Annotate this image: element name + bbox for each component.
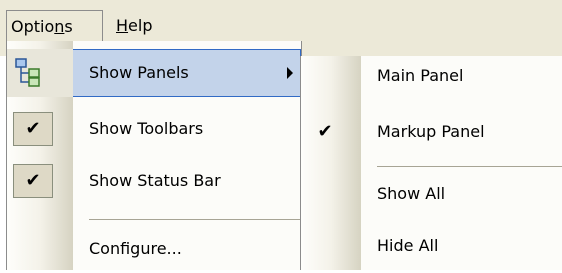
submenu-arrow-icon: [287, 67, 293, 79]
submenu-item-label: Hide All: [377, 236, 439, 255]
submenu-item-main-panel[interactable]: Main Panel: [301, 52, 562, 100]
submenu-item-label: Show All: [377, 184, 446, 203]
menu-item-show-toolbars[interactable]: ✔ Show Toolbars: [7, 105, 301, 153]
menu-item-show-panels[interactable]: Show Panels: [7, 49, 301, 97]
submenu-separator: [377, 166, 562, 167]
menu-item-label: Show Panels: [89, 63, 189, 82]
menu-item-configure[interactable]: Configure...: [7, 225, 301, 273]
menu-separator: [89, 219, 301, 220]
checkmark-icon: ✔: [13, 164, 53, 198]
submenu-item-hide-all[interactable]: Hide All: [301, 222, 562, 270]
checkmark-icon: ✔: [317, 121, 333, 142]
submenu-item-show-all[interactable]: Show All: [301, 170, 562, 218]
submenu-item-label: Main Panel: [377, 66, 464, 85]
menu-item-label: Configure...: [89, 239, 182, 258]
menu-options-text: Options: [11, 17, 73, 36]
menu-item-label: Show Toolbars: [89, 119, 204, 138]
menu-item-label: Show Status Bar: [89, 171, 221, 190]
panels-tree-icon: [15, 58, 40, 87]
show-panels-submenu: Main Panel ✔ Markup Panel Show All Hide …: [300, 56, 562, 270]
menu-help[interactable]: Help: [110, 10, 158, 42]
options-menu: Show Panels ✔ Show Toolbars ✔ Show Statu…: [6, 41, 302, 270]
checkmark-icon: ✔: [13, 112, 53, 146]
submenu-item-markup-panel[interactable]: ✔ Markup Panel: [301, 108, 562, 156]
submenu-item-label: Markup Panel: [377, 122, 485, 141]
menu-item-show-status-bar[interactable]: ✔ Show Status Bar: [7, 157, 301, 205]
menu-help-text: Help: [116, 16, 153, 35]
menu-options[interactable]: Options: [6, 10, 103, 42]
